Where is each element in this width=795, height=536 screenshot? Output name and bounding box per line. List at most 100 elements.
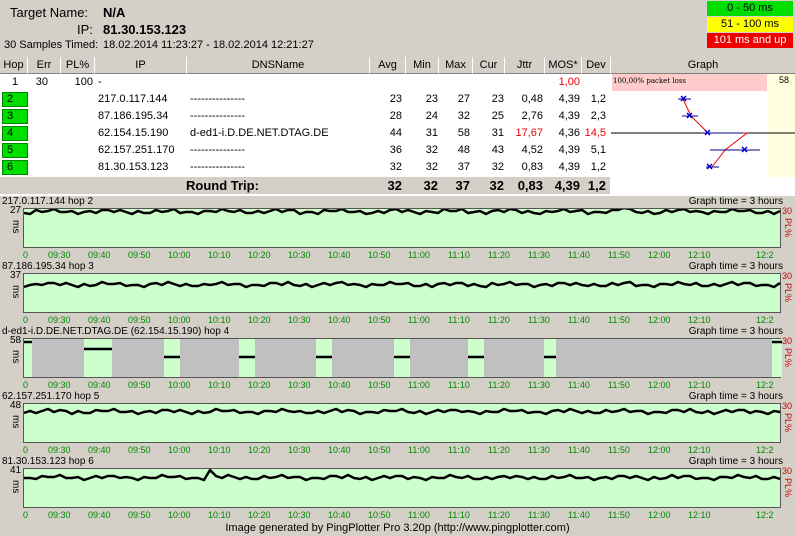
target-name-label: Target Name: <box>10 5 89 20</box>
cell-dns: --------------- <box>190 110 245 122</box>
x-tick-label: 10:00 <box>168 315 191 325</box>
graph-column: 100,00% packet loss 58 <box>611 74 795 177</box>
x-tick-label: 11:10 <box>448 250 470 260</box>
x-tick-label: 10:50 <box>368 250 391 260</box>
column-header-cur[interactable]: Cur <box>473 57 505 74</box>
cell-dns: d-ed1-i.D.DE.NET.DTAG.DE <box>190 127 329 139</box>
table-row[interactable]: 2 217.0.117.144 --------------- 23 23 27 23 0,4… <box>0 91 610 108</box>
timeline-graph-hop[interactable]: d-ed1-i.D.DE.NET.DTAG.DE (62.154.15.190)… <box>0 326 795 391</box>
column-header-pl[interactable]: PL% <box>61 57 95 74</box>
round-trip-max: 37 <box>455 178 470 193</box>
table-row[interactable]: 1 30 100- 1,00 <box>0 74 610 91</box>
cell-ip: 62.157.251.170 <box>98 144 175 156</box>
column-header-dnsname[interactable]: DNSName <box>187 57 370 74</box>
graph-ms-label: ms <box>10 350 21 364</box>
cell-jttr: 2,76 <box>521 110 543 122</box>
cell-dev: 1,2 <box>590 93 606 105</box>
graph-ymax: 48 <box>10 400 22 411</box>
x-tick-label: 11:00 <box>408 510 430 520</box>
x-tick-label: 10:10 <box>208 315 231 325</box>
table-row[interactable]: 5 62.157.251.170 --------------- 36 32 48 43 4,… <box>0 142 610 159</box>
timeline-graph-hop[interactable]: 81.30.153.123 hop 6 Graph time = 3 hours 4… <box>0 456 795 521</box>
cell-max: 58 <box>457 127 470 139</box>
x-tick-label: 09:40 <box>88 380 111 390</box>
graph-latency-trace <box>24 280 781 289</box>
table-row[interactable]: 6 81.30.153.123 --------------- 32 32 37 32 0,8… <box>0 159 610 176</box>
x-tick-label: 09:40 <box>88 250 111 260</box>
column-header-avg[interactable]: Avg <box>370 57 406 74</box>
table-row[interactable]: 3 87.186.195.34 --------------- 28 24 32 25 2,7… <box>0 108 610 125</box>
cell-ip: 217.0.117.144 <box>98 93 168 105</box>
cell-err: 30 <box>35 76 48 88</box>
x-tick-label: 10:40 <box>328 445 351 455</box>
graph-ymax: 27 <box>10 205 22 216</box>
cell-max: 37 <box>457 161 470 173</box>
x-tick-label: 11:20 <box>488 510 510 520</box>
x-tick-label: 12:00 <box>648 315 671 325</box>
round-trip-label: Round Trip: <box>186 178 259 193</box>
x-tick-label: 12:00 <box>648 445 671 455</box>
x-tick-label: 12:00 <box>648 510 671 520</box>
x-tick-label: 10:40 <box>328 380 351 390</box>
graph-pl-label: PL% <box>783 218 793 238</box>
round-trip-cur: 32 <box>489 178 504 193</box>
samples-value: 18.02.2014 11:23:27 - 18.02.2014 12:21:2… <box>103 39 314 51</box>
x-tick-label: 09:30 <box>48 510 71 520</box>
x-tick-label: 09:40 <box>88 315 111 325</box>
graph-plot-area <box>23 208 781 248</box>
column-header-mos[interactable]: MOS* <box>545 57 582 74</box>
x-tick-label: 12:00 <box>648 380 671 390</box>
timeline-graph-hop[interactable]: 217.0.117.144 hop 2 Graph time = 3 hours 2… <box>0 196 795 261</box>
cell-jttr: 4,52 <box>521 144 543 156</box>
hop-table: Hop Err PL% IP DNSName Avg Min Max Cur Jttr MOS* De… <box>0 57 795 196</box>
x-tick-label: 10:30 <box>288 380 311 390</box>
x-tick-label: 10:30 <box>288 445 311 455</box>
column-header-err[interactable]: Err <box>28 57 61 74</box>
x-tick-label: 11:30 <box>528 250 550 260</box>
column-header-ip[interactable]: IP <box>95 57 187 74</box>
x-tick-label: 11:40 <box>568 250 590 260</box>
round-trip-avg: 32 <box>387 178 402 193</box>
x-tick-label: 09:30 <box>48 380 71 390</box>
timeline-graph-hop[interactable]: 87.186.195.34 hop 3 Graph time = 3 hours 3… <box>0 261 795 326</box>
column-header-hop[interactable]: Hop <box>0 57 28 74</box>
column-header-jttr[interactable]: Jttr <box>505 57 545 74</box>
x-tick-label: 10:30 <box>288 250 311 260</box>
table-row[interactable]: 4 62.154.15.190 d-ed1-i.D.DE.NET.DTAG.DE 44… <box>0 125 610 142</box>
column-header-min[interactable]: Min <box>406 57 439 74</box>
graph-pl-max: 30 <box>782 336 793 346</box>
graph-ms-label: ms <box>10 220 21 234</box>
legend-green: 0 - 50 ms <box>707 1 793 16</box>
latency-chart <box>611 95 795 170</box>
cell-ip: - <box>98 76 102 88</box>
timeline-graph-hop[interactable]: 62.157.251.170 hop 5 Graph time = 3 hours… <box>0 391 795 456</box>
legend-yellow-label: 51 - 100 ms <box>720 18 780 30</box>
column-header-dev[interactable]: Dev <box>582 57 611 74</box>
graph-time: Graph time = 3 hours <box>688 391 783 402</box>
x-tick-label: 12:2 <box>756 380 774 390</box>
cell-cur: 25 <box>491 110 504 122</box>
graph-plot-area <box>23 273 781 313</box>
x-tick-label: 10:40 <box>328 250 351 260</box>
cell-cur: 31 <box>491 127 504 139</box>
cell-mos: 4,36 <box>558 127 580 139</box>
x-tick-label: 11:20 <box>488 380 510 390</box>
x-tick-label: 12:10 <box>688 315 711 325</box>
round-trip-dev: 1,2 <box>587 178 606 193</box>
cell-min: 32 <box>425 144 438 156</box>
x-tick-label: 11:50 <box>608 445 630 455</box>
x-tick-label: 0 <box>23 510 29 520</box>
column-header-max[interactable]: Max <box>439 57 473 74</box>
x-tick-label: 11:30 <box>528 315 550 325</box>
graph-column-header[interactable]: Graph <box>611 57 795 74</box>
cell-ip: 62.154.15.190 <box>98 127 169 139</box>
x-tick-label: 12:2 <box>756 510 774 520</box>
graph-latency-trace <box>24 209 781 216</box>
graph-pl-max: 30 <box>782 271 793 281</box>
hop-number: 4 <box>2 126 28 141</box>
x-tick-label: 09:40 <box>88 445 111 455</box>
x-tick-label: 11:00 <box>408 445 430 455</box>
x-tick-label: 11:40 <box>568 510 590 520</box>
hop-number: 1 <box>12 76 19 88</box>
cell-jttr: 17,67 <box>515 127 543 139</box>
